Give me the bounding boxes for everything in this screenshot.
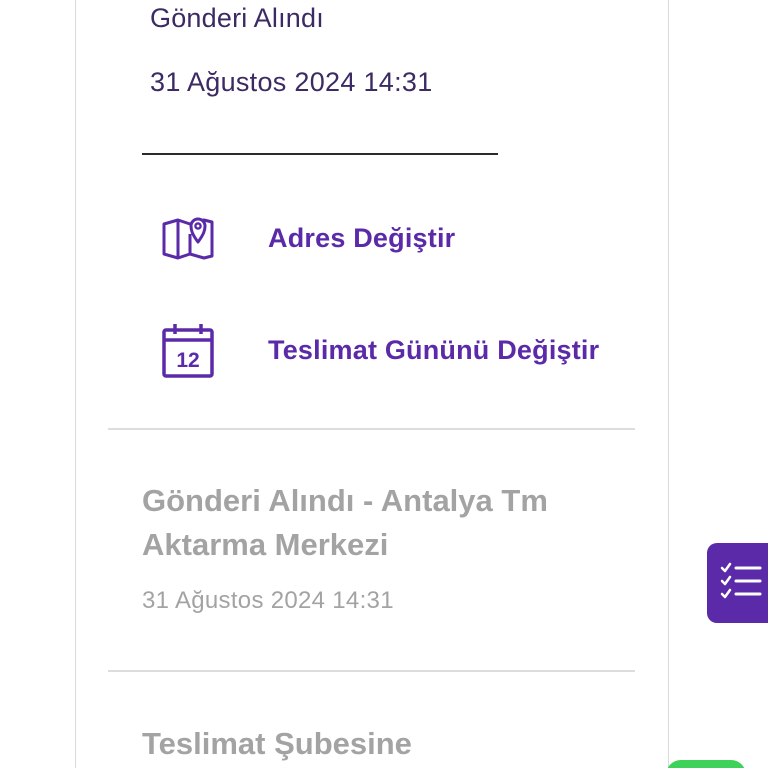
history-item-title: Teslimat Şubesine [142, 726, 412, 761]
change-delivery-day-label: Teslimat Gününü Değiştir [268, 334, 600, 365]
change-address-button[interactable]: Adres Değiştir [160, 210, 455, 266]
history-item-date: 31 Ağustos 2024 14:31 [142, 587, 394, 614]
history-divider [108, 670, 635, 672]
calendar-icon: 12 [160, 322, 216, 378]
current-status-date: 31 Ağustos 2024 14:31 [150, 67, 433, 97]
current-status-title: Gönderi Alındı [150, 3, 324, 33]
status-underline [142, 153, 498, 155]
change-delivery-day-button[interactable]: 12 Teslimat Gününü Değiştir [160, 322, 599, 378]
change-address-label: Adres Değiştir [268, 222, 456, 253]
calendar-icon-text: 12 [176, 349, 199, 372]
checklist-icon [720, 561, 764, 606]
checklist-fab-button[interactable] [707, 543, 768, 623]
map-pin-icon [160, 210, 216, 266]
history-item-title: Gönderi Alındı - Antalya Tm Aktarma Merk… [142, 483, 548, 562]
chat-button[interactable] [666, 760, 746, 768]
tracking-card [75, 0, 669, 768]
shipment-tracking-page: Gönderi Alındı 31 Ağustos 2024 14:31 Adr… [0, 0, 768, 768]
section-divider [108, 428, 635, 430]
